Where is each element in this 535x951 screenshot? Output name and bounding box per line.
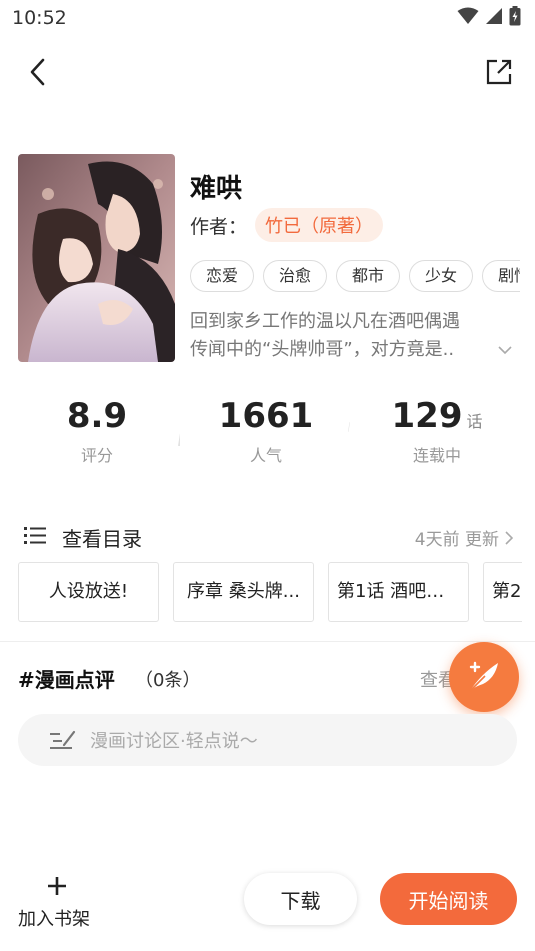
tag-list: 恋爱治愈都市少女剧情 <box>190 260 520 294</box>
comic-title: 难哄 <box>190 174 243 204</box>
chapter-list: 人设放送!序章 桑头牌...第1话 酒吧重... 第2话 <box>18 562 522 624</box>
stat-value: 8.9 <box>66 396 128 436</box>
chevron-right-icon <box>505 530 513 545</box>
stat-unit: 话 <box>466 412 483 431</box>
author-name-chip[interactable]: 竹已（原著） <box>255 208 384 242</box>
signal-icon <box>486 8 502 24</box>
list-icon <box>24 527 46 544</box>
review-count: （0条） <box>135 670 201 691</box>
section-divider <box>0 641 535 642</box>
author-label: 作者： <box>190 215 248 238</box>
start-reading-button[interactable]: 开始阅读 <box>380 873 517 925</box>
comment-placeholder: 漫画讨论区·轻点说～ <box>90 731 258 752</box>
battery-icon <box>509 6 521 26</box>
catalog-update-link[interactable]: 4天前 更新 <box>415 525 513 550</box>
stat-value: 1661 <box>218 396 314 436</box>
stat-rating: 8.9 评分 <box>27 396 167 466</box>
review-section-title: #漫画点评 <box>18 668 115 692</box>
share-icon <box>486 59 512 85</box>
catalog-row: 查看目录 4天前 更新 <box>0 518 535 554</box>
tag-chip[interactable]: 少女 <box>409 260 474 292</box>
share-button[interactable] <box>481 54 517 90</box>
stat-value: 129 <box>391 396 463 436</box>
expand-chevron-icon[interactable] <box>497 336 515 364</box>
compose-icon <box>50 730 76 749</box>
tag-chip[interactable]: 恋爱 <box>190 260 255 292</box>
chapter-item[interactable]: 第2话 <box>483 562 522 622</box>
comic-cover <box>18 154 175 362</box>
stat-label: 人气 <box>249 446 282 465</box>
back-arrow-icon <box>30 58 45 86</box>
cover-illustration <box>18 154 175 362</box>
status-time: 10:52 <box>12 7 67 29</box>
description-line: 传闻中的“头牌帅哥”，对方竟是.. <box>190 339 455 360</box>
stat-divider <box>178 433 180 446</box>
stat-label: 评分 <box>80 446 113 465</box>
back-button[interactable] <box>20 54 56 90</box>
add-to-bookshelf-button[interactable]: 加入书架 <box>18 873 98 933</box>
chapter-item[interactable]: 人设放送! <box>18 562 159 622</box>
status-bar: 10:52 <box>0 0 535 36</box>
description[interactable]: 回到家乡工作的温以凡在酒吧偶遇 传闻中的“头牌帅哥”，对方竟是.. <box>190 308 515 364</box>
status-icons <box>457 6 521 26</box>
description-line: 回到家乡工作的温以凡在酒吧偶遇 <box>190 311 460 332</box>
stat-divider <box>348 422 350 432</box>
chapter-item[interactable]: 序章 桑头牌... <box>173 562 314 622</box>
comment-input[interactable]: 漫画讨论区·轻点说～ <box>18 714 517 766</box>
author-row: 作者： 竹已（原著） <box>190 208 384 242</box>
top-bar <box>0 50 535 94</box>
update-text: 4天前 更新 <box>414 530 499 550</box>
catalog-link[interactable]: 查看目录 <box>62 523 142 552</box>
download-button[interactable]: 下载 <box>244 873 357 925</box>
tag-chip[interactable]: 剧情 <box>482 260 520 292</box>
write-review-button[interactable] <box>449 642 519 712</box>
feather-pen-icon <box>469 661 498 692</box>
plus-icon <box>48 877 66 895</box>
wifi-icon <box>457 7 479 24</box>
tag-chip[interactable]: 治愈 <box>263 260 328 292</box>
bookshelf-label: 加入书架 <box>18 909 90 930</box>
stat-episodes: 129 话 连载中 <box>367 396 507 466</box>
stat-popularity: 1661 人气 <box>196 396 336 466</box>
chapter-item[interactable]: 第1话 酒吧重... <box>328 562 469 622</box>
stat-label: 连载中 <box>412 446 461 465</box>
tag-chip[interactable]: 都市 <box>336 260 401 292</box>
